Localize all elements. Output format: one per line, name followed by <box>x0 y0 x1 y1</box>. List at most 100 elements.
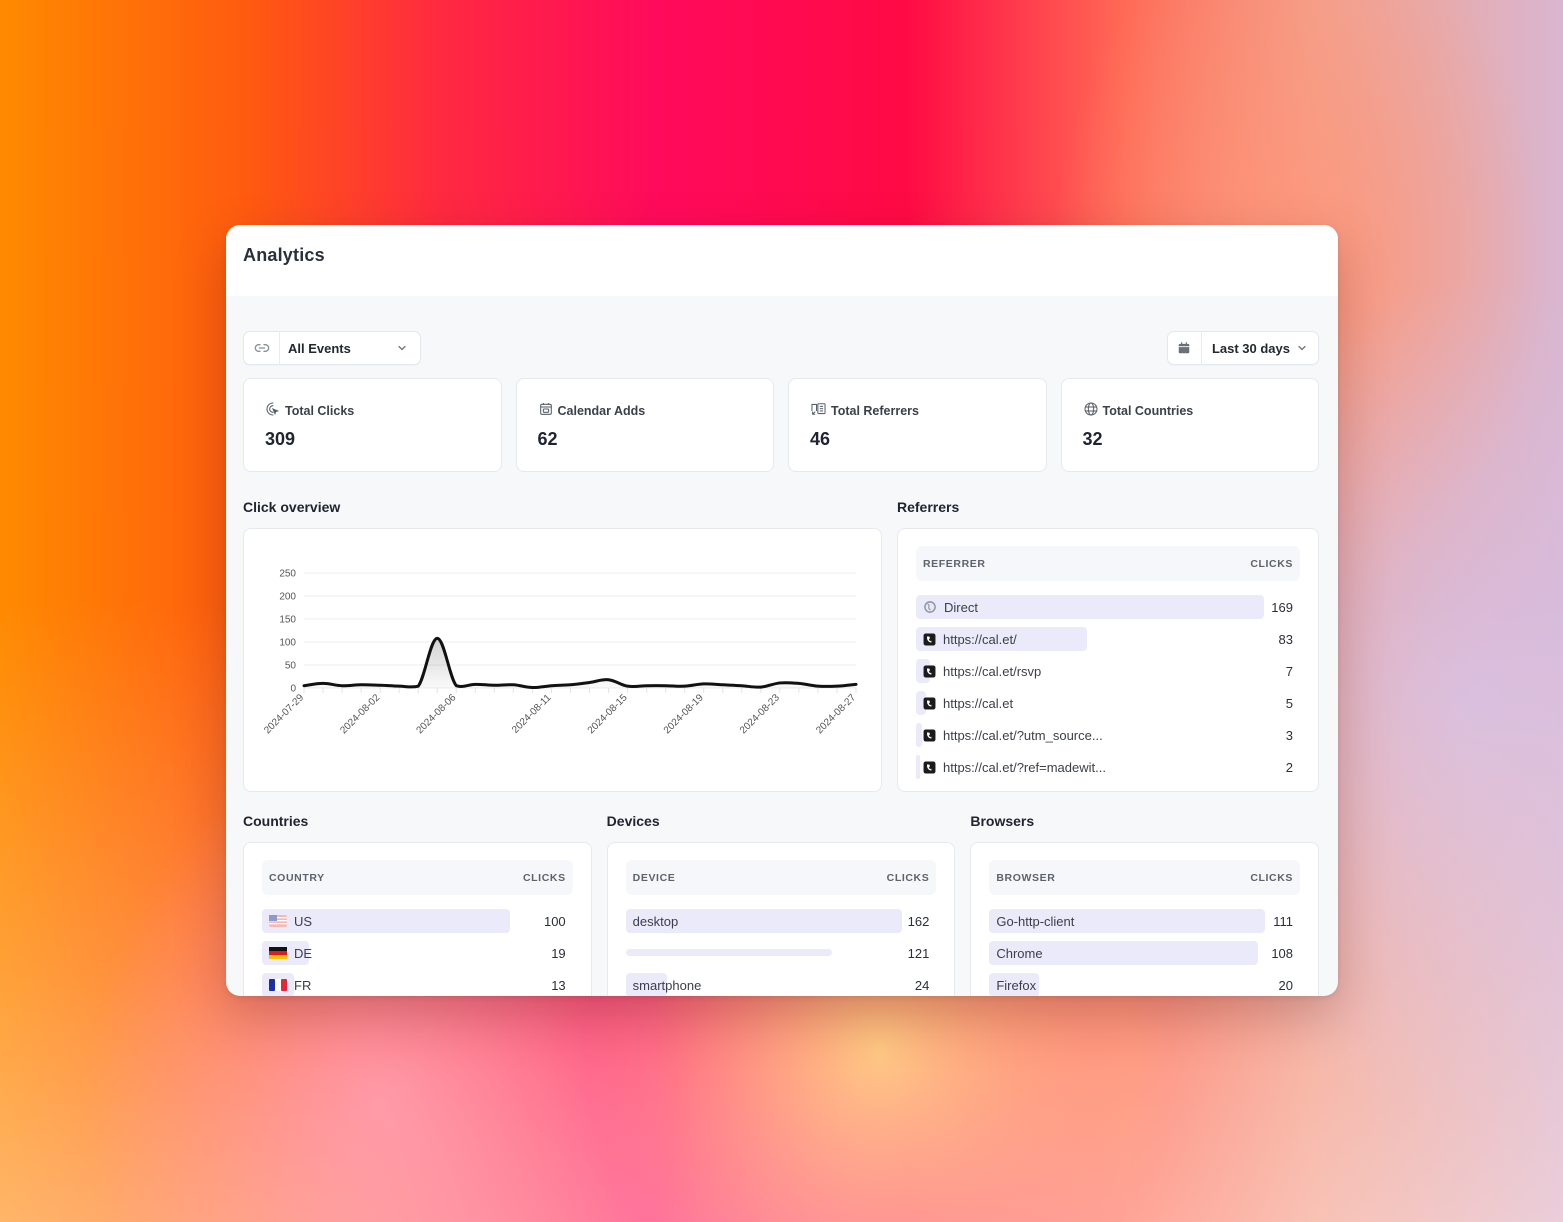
country-row[interactable]: US 100 <box>262 905 573 937</box>
referrer-bar-track: https://cal.et/ <box>916 623 1271 655</box>
click-cursor-icon <box>265 401 281 420</box>
country-bar-track: US <box>262 905 536 937</box>
device-bar-track <box>625 937 900 969</box>
country-clicks: 19 <box>551 945 566 961</box>
device-row[interactable]: smartphone 24 <box>625 969 937 996</box>
stat-label: Total Clicks <box>285 403 355 418</box>
stat-value: 32 <box>1082 429 1103 449</box>
stats-row: Total Clicks 309 Calendar Adds 62 Total … <box>243 378 1319 472</box>
content: All Events Last 30 days Total Clicks 309… <box>226 296 1338 996</box>
x-tick-label: 2024-08-23 <box>738 692 782 736</box>
referrer-row[interactable]: Direct 169 <box>916 591 1300 623</box>
country-row[interactable]: FR 13 <box>262 969 573 996</box>
data-point[interactable] <box>319 679 327 687</box>
data-point[interactable] <box>681 682 689 690</box>
data-point[interactable] <box>357 681 365 689</box>
event-select[interactable]: All Events <box>243 331 421 365</box>
referrers-title: Referrers <box>897 499 960 515</box>
data-point[interactable] <box>776 679 784 687</box>
referrer-icon <box>810 401 827 420</box>
column-header-clicks: CLICKS <box>886 871 930 884</box>
device-row[interactable]: desktop 162 <box>625 905 937 937</box>
stat-label: Calendar Adds <box>557 403 646 418</box>
data-point[interactable] <box>738 682 746 690</box>
stat-label: Total Countries <box>1102 403 1194 418</box>
browser-label: Firefox <box>996 977 1037 993</box>
data-point[interactable] <box>586 678 594 686</box>
referrer-name: https://cal.et/?ref=madewit... <box>916 751 1278 783</box>
device-clicks: 121 <box>907 945 930 961</box>
column-header-country: COUNTRY <box>269 871 325 884</box>
browser-row[interactable]: Chrome 108 <box>989 937 1300 969</box>
click-overview-panel: 0 50 100 150 200 250 2024-07-29 2024-08-02 2024… <box>243 528 882 792</box>
browser-clicks: 20 <box>1278 977 1294 993</box>
data-point[interactable] <box>338 682 346 690</box>
date-range-select[interactable]: Last 30 days <box>1166 331 1319 365</box>
y-tick-label: 0 <box>290 684 296 695</box>
stat-card-calendar-adds: Calendar Adds 62 <box>515 378 774 472</box>
browser-name: Firefox <box>989 969 1270 996</box>
data-point[interactable] <box>833 682 841 690</box>
data-point[interactable] <box>852 680 860 688</box>
countries-section: Countries COUNTRY CLICKS US 100 DE 19 FR 13 <box>243 813 592 996</box>
country-clicks: 13 <box>551 977 566 993</box>
x-tick-label: 2024-08-06 <box>414 692 458 736</box>
data-point[interactable] <box>433 634 441 642</box>
countries-title: Countries <box>243 813 309 829</box>
referrer-row[interactable]: https://cal.et/83 <box>916 623 1300 655</box>
data-point[interactable] <box>795 679 803 687</box>
device-bar-track: desktop <box>625 905 902 937</box>
data-point[interactable] <box>547 682 555 690</box>
referrer-clicks: 83 <box>1278 631 1293 647</box>
referrer-label: https://cal.et/rsvp <box>943 663 1042 679</box>
referrer-name: https://cal.et/ <box>916 623 1271 655</box>
data-point[interactable] <box>624 682 632 690</box>
data-point[interactable] <box>719 681 727 689</box>
data-point[interactable] <box>700 680 708 688</box>
country-row[interactable]: DE 19 <box>262 937 573 969</box>
referrer-label: https://cal.et/ <box>943 631 1017 647</box>
country-label: DE <box>294 945 313 961</box>
data-point[interactable] <box>300 682 308 690</box>
data-point[interactable] <box>414 682 422 690</box>
countries-panel: COUNTRY CLICKS US 100 DE 19 FR 13 <box>243 842 592 996</box>
calendar-icon <box>1168 332 1202 364</box>
browser-bar-track: Go-http-client <box>989 905 1266 937</box>
browsers-list: Go-http-client 111 Chrome 108 Firefox 20 <box>989 905 1300 996</box>
browser-clicks: 111 <box>1273 913 1294 929</box>
data-point[interactable] <box>814 682 822 690</box>
data-point[interactable] <box>509 681 517 689</box>
data-point[interactable] <box>605 676 613 684</box>
data-point[interactable] <box>566 681 574 689</box>
browser-row[interactable]: Go-http-client 111 <box>989 905 1300 937</box>
stat-card-total-countries: Total Countries 32 <box>1060 378 1319 472</box>
referrer-label: https://cal.et/?utm_source... <box>943 727 1103 743</box>
data-point[interactable] <box>376 681 384 689</box>
data-point[interactable] <box>643 682 651 690</box>
device-label: smartphone <box>632 977 702 993</box>
referrer-clicks: 7 <box>1285 663 1293 679</box>
referrer-row[interactable]: https://cal.et 5 <box>916 687 1300 719</box>
data-point[interactable] <box>757 683 765 691</box>
data-point[interactable] <box>452 682 460 690</box>
fr-flag-icon <box>269 979 287 991</box>
data-point[interactable] <box>528 684 536 692</box>
referrer-bar-track: https://cal.et <box>916 687 1278 719</box>
column-header-clicks: CLICKS <box>1250 557 1293 570</box>
referrers-list: Direct 169 https://cal.et/83 https://cal.et… <box>916 591 1300 783</box>
data-point[interactable] <box>490 681 498 689</box>
data-point[interactable] <box>471 680 479 688</box>
country-label: US <box>294 913 313 929</box>
referrer-row[interactable]: https://cal.et/?utm_source... 3 <box>916 719 1300 751</box>
browser-row[interactable]: Firefox 20 <box>989 969 1300 996</box>
y-tick-label: 250 <box>279 569 296 580</box>
device-row[interactable]: 121 <box>625 937 937 969</box>
browsers-title: Browsers <box>970 813 1035 829</box>
data-point[interactable] <box>662 682 670 690</box>
referrer-row[interactable]: https://cal.et/rsvp 7 <box>916 655 1300 687</box>
column-header-clicks: CLICKS <box>1250 871 1294 884</box>
x-tick-label: 2024-07-29 <box>262 692 306 736</box>
us-flag-icon <box>269 915 287 927</box>
referrer-row[interactable]: https://cal.et/?ref=madewit... 2 <box>916 751 1300 783</box>
data-point[interactable] <box>395 682 403 690</box>
